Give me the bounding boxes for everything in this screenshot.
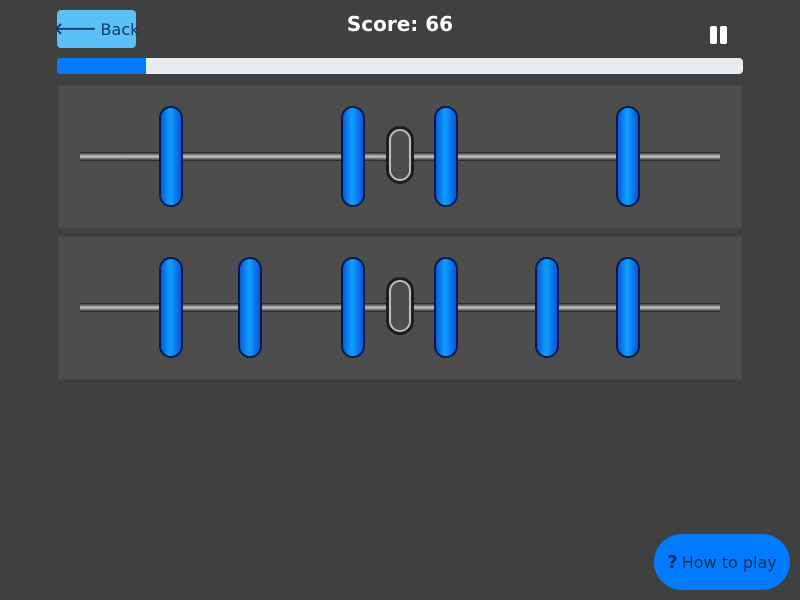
abacus-bead[interactable] <box>434 257 458 358</box>
how-to-play-label: How to play <box>681 552 777 572</box>
abacus-bead[interactable] <box>535 257 559 358</box>
abacus-row-2-drawing <box>80 257 720 358</box>
abacus-bead[interactable] <box>341 106 365 207</box>
progress-bar <box>57 58 743 74</box>
abacus-row-1[interactable] <box>59 86 741 228</box>
progress-fill <box>57 58 147 74</box>
abacus-row-1-drawing <box>80 106 720 207</box>
abacus-bead[interactable] <box>616 257 640 358</box>
abacus-bead[interactable] <box>159 257 183 358</box>
question-icon: ? <box>667 551 678 573</box>
abacus-bead[interactable] <box>238 257 262 358</box>
abacus-row-2[interactable] <box>59 237 741 379</box>
score-display: Score: 66 <box>346 12 454 36</box>
abacus-bead[interactable] <box>341 257 365 358</box>
pause-button[interactable] <box>708 24 730 46</box>
abacus-bead[interactable] <box>616 106 640 207</box>
abacus-bead[interactable] <box>159 106 183 207</box>
how-to-play-button[interactable]: ? How to play <box>654 534 790 590</box>
abacus-bead[interactable] <box>434 106 458 207</box>
game-screen: 🡐 Back Score: 66 ? How to play <box>0 0 800 600</box>
